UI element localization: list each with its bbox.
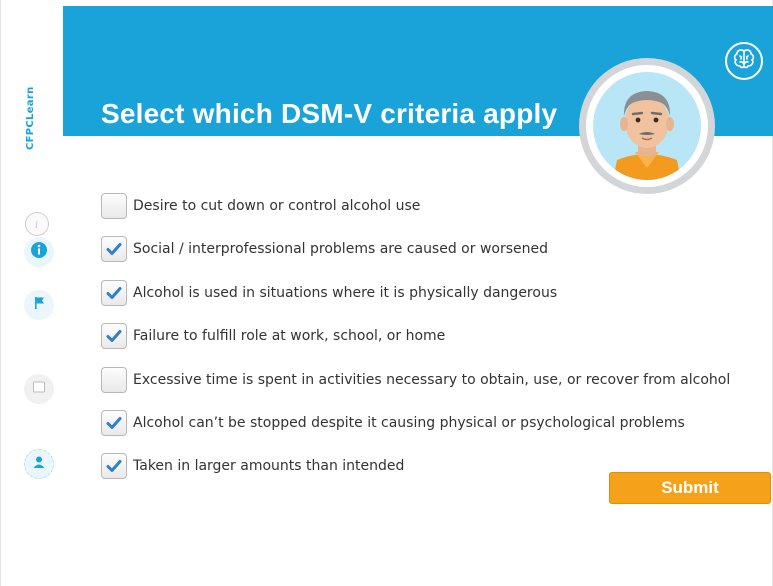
note-button[interactable] xyxy=(24,374,54,404)
profile-icon xyxy=(31,454,47,474)
criteria-label: Desire to cut down or control alcohol us… xyxy=(133,198,421,214)
criteria-label: Alcohol is used in situations where it i… xyxy=(133,285,558,301)
patient-portrait xyxy=(593,72,701,180)
criteria-label: Excessive time is spent in activities ne… xyxy=(133,372,731,388)
flag-button[interactable] xyxy=(24,290,54,320)
submit-button[interactable]: Submit xyxy=(609,472,771,504)
info-outline-icon[interactable]: i xyxy=(25,212,49,236)
criteria-item[interactable]: Taken in larger amounts than intended xyxy=(101,451,404,481)
checkbox[interactable] xyxy=(101,193,127,219)
avatar xyxy=(579,58,715,194)
criteria-item[interactable]: Social / interprofessional problems are … xyxy=(101,234,548,264)
brand-logo-text: CFPCLearn xyxy=(25,86,36,151)
flag-icon xyxy=(31,295,47,315)
checkbox[interactable] xyxy=(101,323,127,349)
check-icon xyxy=(106,330,122,342)
checkbox[interactable] xyxy=(101,280,127,306)
criteria-label: Taken in larger amounts than intended xyxy=(133,458,405,474)
criteria-item[interactable]: Alcohol can’t be stopped despite it caus… xyxy=(101,408,685,438)
brain-icon xyxy=(732,48,756,74)
note-icon xyxy=(31,379,47,399)
profile-button[interactable] xyxy=(24,449,54,479)
sidebar: CFPCLearn i xyxy=(1,0,63,586)
criteria-item[interactable]: Excessive time is spent in activities ne… xyxy=(101,365,730,395)
checkbox[interactable] xyxy=(101,453,127,479)
slide-frame: CFPCLearn i Select which DSM-V criteria … xyxy=(0,0,773,586)
brain-button[interactable] xyxy=(725,42,763,80)
info-icon xyxy=(30,241,48,263)
page-title: Select which DSM-V criteria apply xyxy=(101,98,558,129)
info-button[interactable] xyxy=(24,237,54,267)
checkbox[interactable] xyxy=(101,236,127,262)
criteria-label: Failure to fulfill role at work, school,… xyxy=(133,328,446,344)
check-icon xyxy=(106,287,122,299)
criteria-label: Alcohol can’t be stopped despite it caus… xyxy=(133,415,685,431)
brand-logo: CFPCLearn xyxy=(25,52,43,162)
check-icon xyxy=(106,460,122,472)
svg-text:i: i xyxy=(35,220,38,230)
criteria-item[interactable]: Desire to cut down or control alcohol us… xyxy=(101,191,420,221)
check-icon xyxy=(106,243,122,255)
criteria-item[interactable]: Failure to fulfill role at work, school,… xyxy=(101,321,445,351)
criteria-label: Social / interprofessional problems are … xyxy=(133,241,549,257)
checkbox[interactable] xyxy=(101,410,127,436)
check-icon xyxy=(106,417,122,429)
checkbox[interactable] xyxy=(101,367,127,393)
criteria-item[interactable]: Alcohol is used in situations where it i… xyxy=(101,278,557,308)
